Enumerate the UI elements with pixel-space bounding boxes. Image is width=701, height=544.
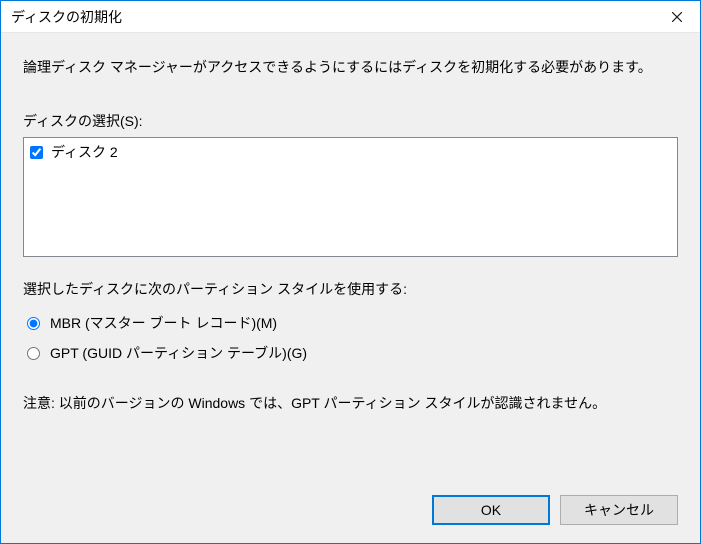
- radio-gpt-label: GPT (GUID パーティション テーブル)(G): [50, 343, 307, 363]
- disk-item-label: ディスク 2: [51, 142, 118, 162]
- dialog-body: 論理ディスク マネージャーがアクセスできるようにするにはディスクを初期化する必要…: [1, 33, 700, 543]
- window-title: ディスクの初期化: [11, 7, 122, 27]
- ok-button[interactable]: OK: [432, 495, 550, 525]
- radio-gpt-input[interactable]: [27, 347, 40, 360]
- disk-checkbox[interactable]: [30, 146, 43, 159]
- radio-gpt[interactable]: GPT (GUID パーティション テーブル)(G): [25, 343, 678, 363]
- radio-mbr-label: MBR (マスター ブート レコード)(M): [50, 313, 277, 333]
- spacer: [23, 413, 678, 495]
- cancel-button[interactable]: キャンセル: [560, 495, 678, 525]
- close-button[interactable]: [654, 1, 700, 33]
- titlebar: ディスクの初期化: [1, 1, 700, 33]
- close-icon: [672, 9, 682, 25]
- gpt-note-text: 注意: 以前のバージョンの Windows では、GPT パーティション スタイ…: [23, 393, 678, 413]
- disk-listbox[interactable]: ディスク 2: [23, 137, 678, 257]
- select-disk-label: ディスクの選択(S):: [23, 111, 678, 131]
- partition-style-radios: MBR (マスター ブート レコード)(M) GPT (GUID パーティション…: [25, 313, 678, 373]
- dialog-buttons: OK キャンセル: [23, 495, 678, 525]
- radio-mbr-input[interactable]: [27, 317, 40, 330]
- disk-list-item[interactable]: ディスク 2: [28, 142, 673, 162]
- radio-mbr[interactable]: MBR (マスター ブート レコード)(M): [25, 313, 678, 333]
- initialize-disk-dialog: ディスクの初期化 論理ディスク マネージャーがアクセスできるようにするにはディス…: [0, 0, 701, 544]
- description-text: 論理ディスク マネージャーがアクセスできるようにするにはディスクを初期化する必要…: [23, 57, 678, 77]
- partition-style-label: 選択したディスクに次のパーティション スタイルを使用する:: [23, 279, 678, 299]
